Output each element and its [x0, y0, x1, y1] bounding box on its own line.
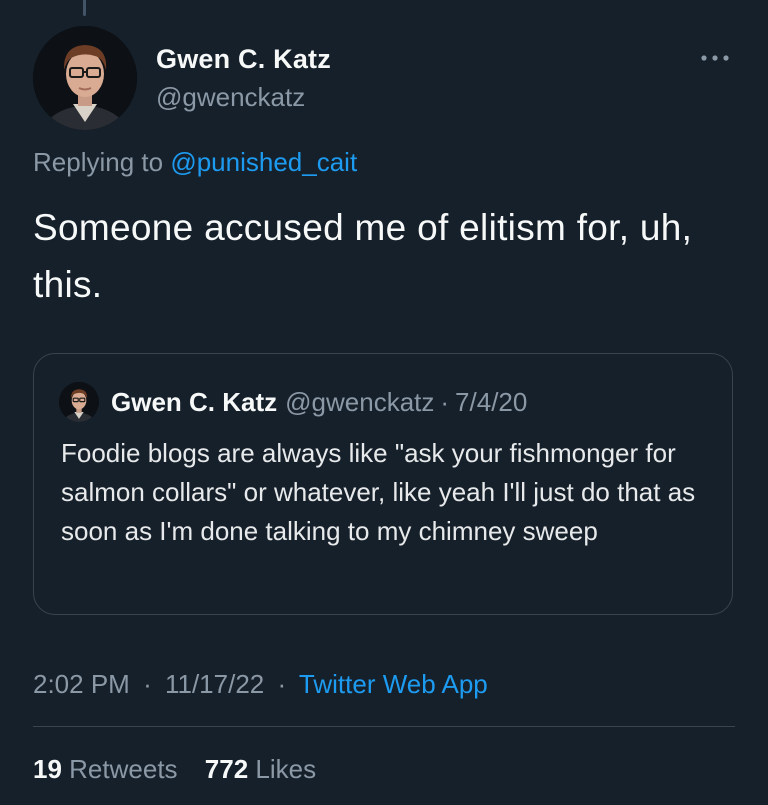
meta-separator-2: · — [277, 669, 287, 699]
tweet-date[interactable]: 11/17/22 — [165, 669, 264, 699]
likes-label: Likes — [255, 754, 317, 784]
author-handle[interactable]: @gwenckatz — [156, 80, 331, 114]
replying-to-line: Replying to @punished_cait — [33, 145, 357, 179]
likes-stat[interactable]: 772 Likes — [205, 754, 316, 784]
retweets-stat[interactable]: 19 Retweets — [33, 754, 185, 784]
replying-to-link[interactable]: @punished_cait — [170, 147, 357, 177]
author-avatar[interactable] — [33, 26, 137, 130]
quoted-tweet-header: Gwen C. Katz @gwenckatz · 7/4/20 — [59, 382, 527, 422]
quoted-author-avatar — [59, 382, 99, 422]
tweet-source-link[interactable]: Twitter Web App — [299, 669, 488, 699]
tweet-stats: 19 Retweets 772 Likes — [33, 752, 336, 786]
tweet-text: Someone accused me of elitism for, uh, t… — [33, 207, 693, 305]
meta-separator-1: · — [143, 669, 152, 699]
quoted-date: 7/4/20 — [455, 386, 528, 417]
quoted-author-name: Gwen C. Katz — [111, 386, 278, 417]
author-avatar-photo — [33, 26, 137, 130]
stats-divider — [33, 726, 735, 727]
quoted-author-handle: @gwenckatz — [285, 386, 435, 417]
quoted-tweet-card[interactable]: Gwen C. Katz @gwenckatz · 7/4/20 Foodie … — [33, 353, 733, 615]
quoted-tweet-text: Foodie blogs are always like "ask your f… — [61, 438, 696, 546]
author-name[interactable]: Gwen C. Katz — [156, 42, 331, 76]
replying-prefix: Replying to — [33, 147, 164, 177]
retweets-count: 19 — [33, 754, 62, 784]
quoted-separator: · — [440, 386, 450, 417]
tweet-time[interactable]: 2:02 PM — [33, 669, 130, 699]
author-block: Gwen C. Katz @gwenckatz — [156, 42, 331, 114]
likes-count: 772 — [204, 754, 249, 784]
tweet-meta: 2:02 PM · 11/17/22 · Twitter Web App — [33, 667, 488, 701]
retweets-label: Retweets — [69, 754, 178, 784]
thread-connector-line — [83, 0, 86, 16]
more-horizontal-icon[interactable] — [697, 48, 733, 68]
quoted-avatar-photo — [59, 382, 99, 422]
